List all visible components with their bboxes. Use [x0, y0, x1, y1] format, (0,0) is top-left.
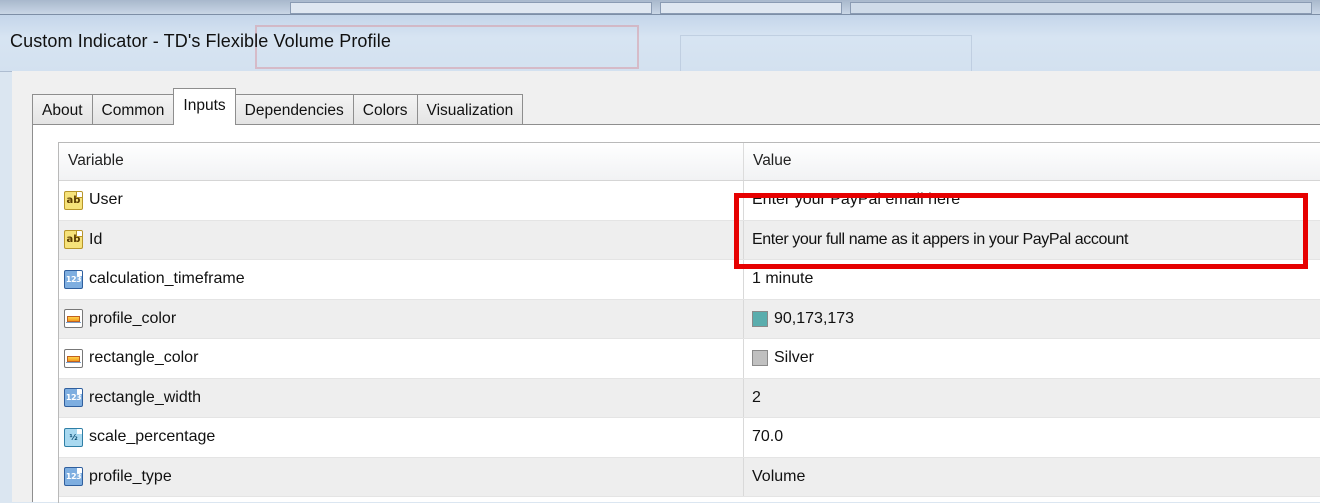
input-row-rectangle-color[interactable]: rectangle_color Silver	[59, 339, 1320, 379]
variable-cell: ab User	[59, 181, 744, 220]
variable-cell: 123 calculation_timeframe	[59, 260, 744, 299]
color-type-icon	[64, 309, 83, 329]
integer-type-icon: 123	[64, 467, 83, 487]
double-type-icon: ½	[64, 427, 83, 447]
input-row-user[interactable]: ab User Enter your PayPal email here	[59, 181, 1320, 221]
variable-name: profile_color	[89, 309, 177, 327]
value-text[interactable]: 90,173,173	[774, 310, 854, 328]
value-text[interactable]: Enter your PayPal email here	[752, 191, 960, 209]
tab-dependencies[interactable]: Dependencies	[234, 94, 354, 125]
value-text[interactable]: Silver	[774, 349, 814, 367]
column-header-variable[interactable]: Variable	[59, 143, 744, 180]
input-row-calculation-timeframe[interactable]: 123 calculation_timeframe 1 minute	[59, 260, 1320, 300]
value-cell[interactable]: Silver	[744, 339, 1320, 378]
value-cell[interactable]: 90,173,173	[744, 300, 1320, 339]
value-text[interactable]: Volume	[752, 468, 805, 486]
background-tab	[660, 2, 842, 14]
variable-name: User	[89, 191, 123, 209]
value-cell[interactable]: Volume	[744, 458, 1320, 497]
value-cell[interactable]: 2	[744, 379, 1320, 418]
variable-name: rectangle_width	[89, 388, 202, 406]
variable-cell: rectangle_color	[59, 339, 744, 378]
tab-about[interactable]: About	[32, 94, 93, 125]
value-cell[interactable]: 70.0	[744, 418, 1320, 457]
variable-cell: 123 profile_type	[59, 457, 744, 496]
tab-colors[interactable]: Colors	[352, 94, 418, 125]
integer-type-icon: 123	[64, 269, 83, 289]
variable-cell: ½ scale_percentage	[59, 418, 744, 457]
variable-name: calculation_timeframe	[89, 270, 245, 288]
background-window-strip	[0, 0, 1320, 15]
input-row-id[interactable]: ab Id Enter your full name as it appers …	[59, 220, 1320, 260]
background-tab	[850, 2, 1312, 14]
window-title: Custom Indicator - TD's Flexible Volume …	[10, 31, 391, 51]
color-type-icon	[64, 348, 83, 368]
value-text[interactable]: Enter your full name as it appers in you…	[752, 231, 1128, 249]
inputs-grid: Variable Value ab User Enter your PayPal…	[58, 142, 1320, 503]
input-row-rectangle-width[interactable]: 123 rectangle_width 2	[59, 378, 1320, 418]
variable-name: profile_type	[89, 467, 172, 485]
variable-name: rectangle_color	[89, 349, 199, 367]
value-text[interactable]: 1 minute	[752, 270, 813, 288]
title-bar[interactable]: Custom Indicator - TD's Flexible Volume …	[0, 15, 1320, 77]
tab-common[interactable]: Common	[91, 94, 175, 125]
tab-strip: About Common Inputs Dependencies Colors …	[32, 88, 524, 125]
variable-name: scale_percentage	[89, 428, 216, 446]
variable-cell: 123 rectangle_width	[59, 378, 744, 417]
color-swatch	[752, 350, 768, 367]
value-cell[interactable]: 1 minute	[744, 260, 1320, 299]
tab-visualization[interactable]: Visualization	[416, 94, 524, 125]
value-cell[interactable]: Enter your full name as it appers in you…	[744, 221, 1320, 260]
input-row-profile-type[interactable]: 123 profile_type Volume	[59, 457, 1320, 497]
variable-name: Id	[89, 230, 103, 248]
tab-inputs[interactable]: Inputs	[173, 88, 236, 125]
string-type-icon: ab	[64, 230, 83, 250]
background-tab	[290, 2, 652, 14]
variable-cell: ab Id	[59, 220, 744, 259]
input-row-scale-percentage[interactable]: ½ scale_percentage 70.0	[59, 418, 1320, 458]
integer-type-icon: 123	[64, 388, 83, 408]
inputs-tab-page: Variable Value ab User Enter your PayPal…	[32, 124, 1320, 503]
string-type-icon: ab	[64, 190, 83, 210]
input-row-profile-color[interactable]: profile_color 90,173,173	[59, 299, 1320, 339]
dialog-client-area: About Common Inputs Dependencies Colors …	[12, 71, 1320, 503]
value-cell[interactable]: Enter your PayPal email here	[744, 181, 1320, 220]
variable-cell: profile_color	[59, 299, 744, 338]
color-swatch	[752, 310, 768, 327]
grid-header: Variable Value	[59, 143, 1320, 181]
value-text[interactable]: 2	[752, 389, 761, 407]
column-header-value[interactable]: Value	[744, 143, 1320, 180]
value-text[interactable]: 70.0	[752, 428, 783, 446]
